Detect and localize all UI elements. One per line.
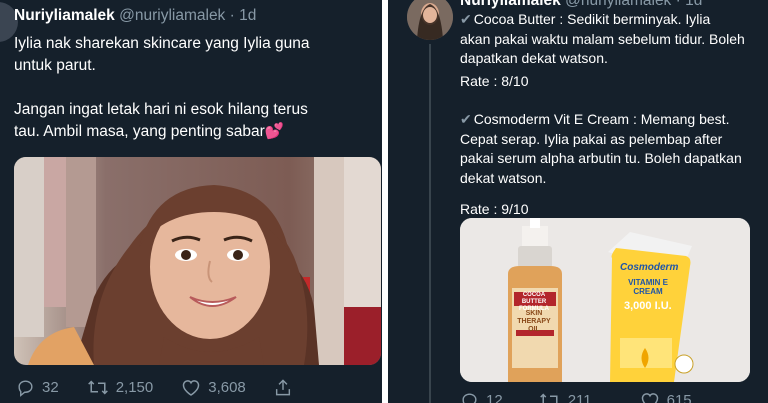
- tweet-text: Iylia nak sharekan skincare yang Iylia g…: [14, 33, 310, 143]
- tweet-photo[interactable]: COCOA BUTTER FORMULA SKIN THERAPY OIL Co…: [460, 218, 750, 382]
- tweet-photo[interactable]: [14, 157, 381, 365]
- separator: ·: [229, 7, 235, 24]
- share-icon: [275, 379, 290, 396]
- reply-button[interactable]: 32: [16, 378, 59, 397]
- selfie-illustration: [14, 157, 381, 365]
- author-name[interactable]: Nuriyliamalek: [14, 7, 115, 24]
- text-line: ✔ Cosmoderm Vit E Cream : Memang best.: [460, 110, 745, 130]
- like-button[interactable]: 3,608: [181, 378, 246, 397]
- avatar-photo: [407, 0, 453, 40]
- text-line: Cepat serap. Iylia pakai as pelembap aft…: [460, 130, 723, 147]
- tube-iu: 3,000 I.U.: [624, 300, 672, 312]
- text-line-with-emoji: tau. Ambil masa, yang penting sabar💕: [14, 121, 310, 143]
- checkmark-icon: ✔: [460, 11, 472, 27]
- tweet-header: Nuriyliamalek @nuriyliamalek · 1d: [14, 7, 256, 25]
- author-name[interactable]: Nuriyliamalek: [460, 0, 561, 9]
- tweet-actions: 12 211 615: [460, 391, 720, 403]
- like-icon: [182, 380, 200, 396]
- like-button[interactable]: 615: [640, 391, 692, 403]
- reply-button[interactable]: 12: [460, 391, 503, 403]
- like-count: 615: [666, 392, 692, 403]
- reply-icon: [462, 393, 477, 403]
- separator: ·: [675, 0, 681, 9]
- timestamp[interactable]: 1d: [685, 0, 702, 9]
- text-line: Jangan ingat letak hari ni esok hilang t…: [14, 99, 310, 121]
- text-line: akan pakai waktu malam sebelum tidur. Bo…: [460, 30, 745, 47]
- avatar[interactable]: [407, 0, 453, 40]
- text-line: untuk parut.: [14, 57, 96, 74]
- retweet-icon: [539, 393, 558, 403]
- tube-label: VITAMIN E CREAM: [628, 278, 668, 296]
- products-illustration: [460, 218, 750, 382]
- rating-text: Rate : 9/10: [460, 201, 529, 217]
- left-tweet[interactable]: Nuriyliamalek @nuriyliamalek · 1d Iylia …: [0, 0, 382, 403]
- text-line: Jangan ingat letak hari ni esok hilang t…: [14, 101, 308, 118]
- retweet-button[interactable]: 2,150: [87, 378, 154, 397]
- timestamp[interactable]: 1d: [239, 7, 256, 24]
- author-handle[interactable]: @nuriyliamalek: [565, 0, 671, 9]
- right-tweet[interactable]: Nuriyliamalek @nuriyliamalek · 1d ✔ Cocoa…: [388, 0, 768, 403]
- like-icon: [641, 393, 658, 403]
- tweet-text: ✔ Cocoa Butter : Sedikit berminyak. Iylia…: [460, 10, 745, 220]
- retweet-icon: [87, 380, 108, 395]
- text-line: dekat watson.: [460, 169, 547, 186]
- retweet-count: 2,150: [115, 379, 154, 396]
- tweet-header: Nuriyliamalek @nuriyliamalek · 1d: [460, 0, 702, 10]
- retweet-button[interactable]: 211: [539, 391, 592, 403]
- share-button[interactable]: [274, 378, 299, 397]
- retweet-count: 211: [567, 392, 592, 403]
- like-count: 3,608: [208, 379, 246, 396]
- author-handle[interactable]: @nuriyliamalek: [119, 7, 225, 24]
- text-line: [14, 77, 310, 99]
- tube-brand: Cosmoderm: [620, 262, 679, 273]
- tweet-actions: 32 2,150 3,608: [16, 378, 327, 397]
- rating-text: Rate : 8/10: [460, 72, 529, 89]
- text-line: pakai serum alpha arbutin tu. Boleh dapa…: [460, 150, 742, 166]
- text-line: tau. Ambil masa, yang penting sabar: [14, 123, 265, 140]
- text-line: Iylia nak sharekan skincare yang Iylia g…: [14, 35, 310, 52]
- reply-count: 32: [42, 379, 59, 396]
- thread-line: [429, 44, 431, 403]
- bottle-label: SKIN THERAPY OIL: [517, 310, 551, 333]
- text-line: Cosmoderm Vit E Cream : Memang best.: [473, 111, 730, 127]
- text-line: dapatkan dekat watson.: [460, 50, 608, 66]
- reply-count: 12: [486, 392, 503, 403]
- checkmark-icon: ✔: [460, 111, 472, 127]
- two-hearts-emoji: 💕: [264, 123, 285, 140]
- text-line: Cocoa Butter : Sedikit berminyak. Iylia: [473, 11, 711, 27]
- text-line: ✔ Cocoa Butter : Sedikit berminyak. Iylia: [460, 10, 745, 30]
- reply-icon: [18, 380, 33, 397]
